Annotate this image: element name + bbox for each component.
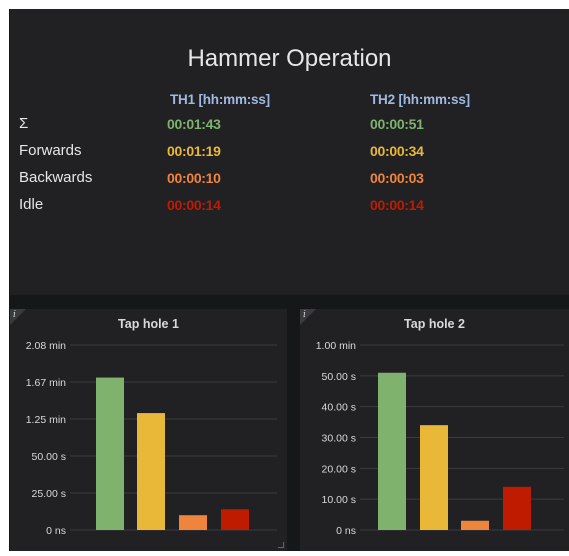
y-tick-label: 2.08 min bbox=[26, 340, 66, 352]
y-tick-label: 1.00 min bbox=[316, 340, 356, 352]
y-tick-label: 50.00 s bbox=[32, 451, 66, 463]
cell-th2-idle: 00:00:14 bbox=[370, 197, 424, 213]
bar-0[interactable] bbox=[96, 377, 124, 530]
bar-2[interactable] bbox=[179, 515, 207, 530]
column-header-th2: TH2 [hh:mm:ss] bbox=[370, 92, 470, 107]
y-tick-label: 1.67 min bbox=[26, 377, 66, 389]
y-tick-label: 0 ns bbox=[46, 525, 66, 537]
cell-th2-backwards: 00:00:03 bbox=[370, 170, 424, 186]
chart-title: Tap hole 2 bbox=[404, 317, 465, 331]
cell-th1-idle: 00:00:14 bbox=[167, 197, 221, 213]
resize-handle-icon[interactable] bbox=[278, 542, 284, 548]
y-tick-label: 50.00 s bbox=[322, 371, 356, 383]
y-tick-label: 30.00 s bbox=[322, 433, 356, 445]
bar-1[interactable] bbox=[420, 425, 448, 530]
bar-3[interactable] bbox=[503, 486, 531, 530]
tap-hole-1-panel: i Tap hole 1 0 ns 25.00 s 50.00 s 1.25 min 1… bbox=[10, 309, 287, 551]
cell-th2-forwards: 00:00:34 bbox=[370, 143, 424, 159]
tap-hole-1-chart: 0 ns 25.00 s 50.00 s 1.25 min 1.67 min 2.08 m… bbox=[26, 340, 277, 537]
cell-th1-backwards: 00:00:10 bbox=[167, 170, 221, 186]
y-tick-label: 20.00 s bbox=[322, 463, 356, 475]
bar-1[interactable] bbox=[137, 413, 165, 530]
row-label-forwards: Forwards bbox=[19, 142, 82, 159]
y-tick-label: 10.00 s bbox=[322, 494, 356, 506]
bar-2[interactable] bbox=[461, 520, 489, 530]
cell-th1-forwards: 00:01:19 bbox=[167, 143, 221, 159]
column-header-th1: TH1 [hh:mm:ss] bbox=[170, 92, 270, 107]
tap-hole-2-chart: 0 ns 10.00 s 20.00 s 30.00 s 40.00 s 50.00 s 1… bbox=[316, 340, 564, 537]
tap-hole-2-panel: i Tap hole 2 0 ns 10.00 s 20.00 s 30.00 s 40… bbox=[300, 309, 569, 551]
chart-title: Tap hole 1 bbox=[118, 317, 179, 331]
bar-3[interactable] bbox=[221, 509, 249, 530]
cell-th1-sum: 00:01:43 bbox=[167, 116, 221, 132]
cell-th2-sum: 00:00:51 bbox=[370, 116, 424, 132]
hammer-operation-panel: Hammer Operation TH1 [hh:mm:ss] TH2 [hh:… bbox=[10, 9, 569, 295]
y-tick-label: 25.00 s bbox=[32, 488, 66, 500]
row-label-idle: Idle bbox=[19, 196, 44, 213]
row-label-backwards: Backwards bbox=[19, 169, 93, 186]
y-tick-label: 40.00 s bbox=[322, 402, 356, 414]
y-tick-label: 0 ns bbox=[336, 525, 356, 537]
y-tick-label: 1.25 min bbox=[26, 414, 66, 426]
hammer-operation-table: TH1 [hh:mm:ss] TH2 [hh:mm:ss] Σ 00:01:43… bbox=[10, 9, 569, 295]
bar-0[interactable] bbox=[378, 372, 406, 530]
row-label-sum: Σ bbox=[19, 115, 29, 132]
